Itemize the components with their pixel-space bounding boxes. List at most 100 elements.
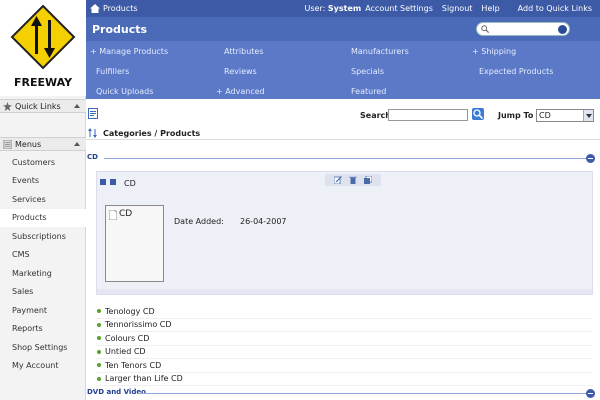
product-list: Tenology CD Tennorissimo CD Colours CD U… — [96, 305, 593, 386]
list-item[interactable]: Tenology CD — [96, 305, 593, 319]
nav-manage-products[interactable]: + Manage Products — [90, 47, 168, 56]
collapse-section-icon[interactable] — [586, 154, 595, 163]
breadcrumb-products[interactable]: Products — [103, 4, 138, 13]
bullet-icon — [97, 309, 101, 314]
search-go-icon[interactable] — [558, 25, 567, 34]
collapse-menus-icon[interactable] — [74, 142, 80, 146]
help-link[interactable]: Help — [481, 4, 499, 13]
nav-reviews[interactable]: Reviews — [224, 67, 257, 76]
product-image[interactable]: CD — [105, 205, 164, 282]
list-item[interactable]: Ten Tenors CD — [96, 359, 593, 373]
sidebar-item-marketing[interactable]: Marketing — [0, 264, 86, 283]
title-bar: Products — [86, 17, 600, 41]
page-title: Products — [92, 22, 148, 36]
list-item[interactable]: Untied CD — [96, 346, 593, 359]
copy-icon[interactable] — [364, 176, 372, 184]
bullet-icon — [97, 336, 101, 341]
section-cd-label: CD — [87, 153, 98, 161]
section-dvd-video[interactable]: DVD and Video — [86, 387, 600, 399]
nav-manufacturers[interactable]: Manufacturers — [351, 47, 409, 56]
search-toolbar: Search Jump To CD — [86, 107, 600, 123]
menus-header[interactable]: Menus — [0, 137, 86, 151]
breadcrumb[interactable]: Products — [90, 4, 138, 13]
nav-fulfillers[interactable]: Fulfillers — [96, 67, 129, 76]
product-name: CD — [124, 179, 136, 188]
date-added-label: Date Added: — [174, 217, 224, 226]
list-item-label: Colours CD — [105, 333, 150, 343]
menus-label: Menus — [15, 139, 42, 149]
nav-featured[interactable]: Featured — [351, 87, 386, 96]
list-item-label: Larger than Life CD — [105, 374, 183, 384]
sidebar-item-subscriptions[interactable]: Subscriptions — [0, 227, 86, 246]
bullet-icon — [97, 322, 101, 327]
star-icon — [3, 101, 12, 111]
nav-menu: + Manage Products Attributes Manufacture… — [86, 41, 600, 99]
sidebar-item-shop-settings[interactable]: Shop Settings — [0, 338, 86, 357]
sidebar-item-my-account[interactable]: My Account — [0, 357, 86, 376]
nav-specials[interactable]: Specials — [351, 67, 384, 76]
panel-footer — [97, 289, 592, 294]
sidebar-item-services[interactable]: Services — [0, 190, 86, 209]
nav-attributes[interactable]: Attributes — [224, 47, 264, 56]
section-divider — [138, 393, 586, 394]
user-name: System — [327, 4, 362, 13]
list-item[interactable]: Colours CD — [96, 332, 593, 346]
sidebar-item-products[interactable]: Products — [0, 208, 86, 227]
magnifier-icon — [473, 109, 484, 120]
sidebar-item-customers[interactable]: Customers — [0, 153, 86, 172]
collapse-section-icon[interactable] — [586, 389, 595, 398]
collapse-quick-links-icon[interactable] — [74, 104, 80, 108]
list-item[interactable]: Larger than Life CD — [96, 373, 593, 386]
select-icon[interactable] — [110, 179, 116, 185]
nav-quick-uploads[interactable]: Quick Uploads — [96, 87, 153, 96]
signout-link[interactable]: Signout — [442, 4, 473, 13]
sidebar-item-cms[interactable]: CMS — [0, 246, 86, 265]
file-icon — [109, 210, 117, 220]
header-search-box[interactable] — [476, 22, 570, 36]
categories-row: Categories / Products — [86, 126, 600, 140]
sidebar-item-payment[interactable]: Payment — [0, 301, 86, 320]
categories-title: Categories / Products — [103, 129, 201, 138]
edit-icon[interactable] — [334, 176, 342, 184]
list-item-label: Tennorissimo CD — [105, 320, 172, 330]
freeway-logo-icon: FREEWAY — [10, 4, 76, 89]
jump-to-select[interactable]: CD — [536, 109, 594, 122]
trash-icon[interactable] — [349, 176, 357, 184]
jump-to-value: CD — [539, 111, 551, 120]
list-item[interactable]: Tennorissimo CD — [96, 319, 593, 332]
section-dvd-label: DVD and Video — [87, 388, 146, 396]
account-settings-link[interactable]: Account Settings — [365, 4, 433, 13]
search-icon — [481, 25, 489, 33]
chevron-down-icon[interactable] — [583, 110, 593, 121]
section-divider — [104, 158, 586, 159]
menu-list: Customers Events Services Products Subsc… — [0, 153, 86, 375]
top-bar: Products User: System Account Settings S… — [86, 0, 600, 17]
search-label: Search — [360, 111, 391, 120]
bullet-icon — [97, 376, 101, 381]
product-panel: CD CD Date Added: 26-04-2007 — [96, 171, 593, 295]
add-quick-links-link[interactable]: Add to Quick Links — [518, 4, 592, 13]
sidebar: FREEWAY Quick Links Menus Customers Even… — [0, 0, 86, 400]
menu-list-icon — [3, 139, 12, 149]
nav-advanced[interactable]: + Advanced — [216, 87, 265, 96]
sidebar-item-events[interactable]: Events — [0, 172, 86, 191]
nav-shipping[interactable]: + Shipping — [472, 47, 516, 56]
freeway-logo[interactable]: FREEWAY — [0, 0, 86, 96]
sidebar-item-sales[interactable]: Sales — [0, 283, 86, 302]
search-button[interactable] — [472, 108, 484, 120]
sidebar-item-reports[interactable]: Reports — [0, 320, 86, 339]
section-cd[interactable]: CD — [86, 152, 600, 164]
sort-arrows-icon[interactable] — [88, 128, 98, 138]
search-input[interactable] — [388, 109, 468, 121]
logo-text: FREEWAY — [14, 76, 73, 89]
expand-icon[interactable] — [100, 179, 106, 185]
list-item-label: Untied CD — [105, 347, 146, 357]
list-item-label: Ten Tenors CD — [105, 360, 162, 370]
nav-expected-products[interactable]: Expected Products — [479, 67, 553, 76]
quick-links-header[interactable]: Quick Links — [0, 99, 86, 113]
home-icon — [90, 4, 100, 13]
list-item-label: Tenology CD — [105, 306, 155, 316]
new-product-icon[interactable] — [88, 108, 98, 119]
product-image-label: CD — [119, 209, 133, 219]
jump-to-label: Jump To — [498, 111, 534, 120]
